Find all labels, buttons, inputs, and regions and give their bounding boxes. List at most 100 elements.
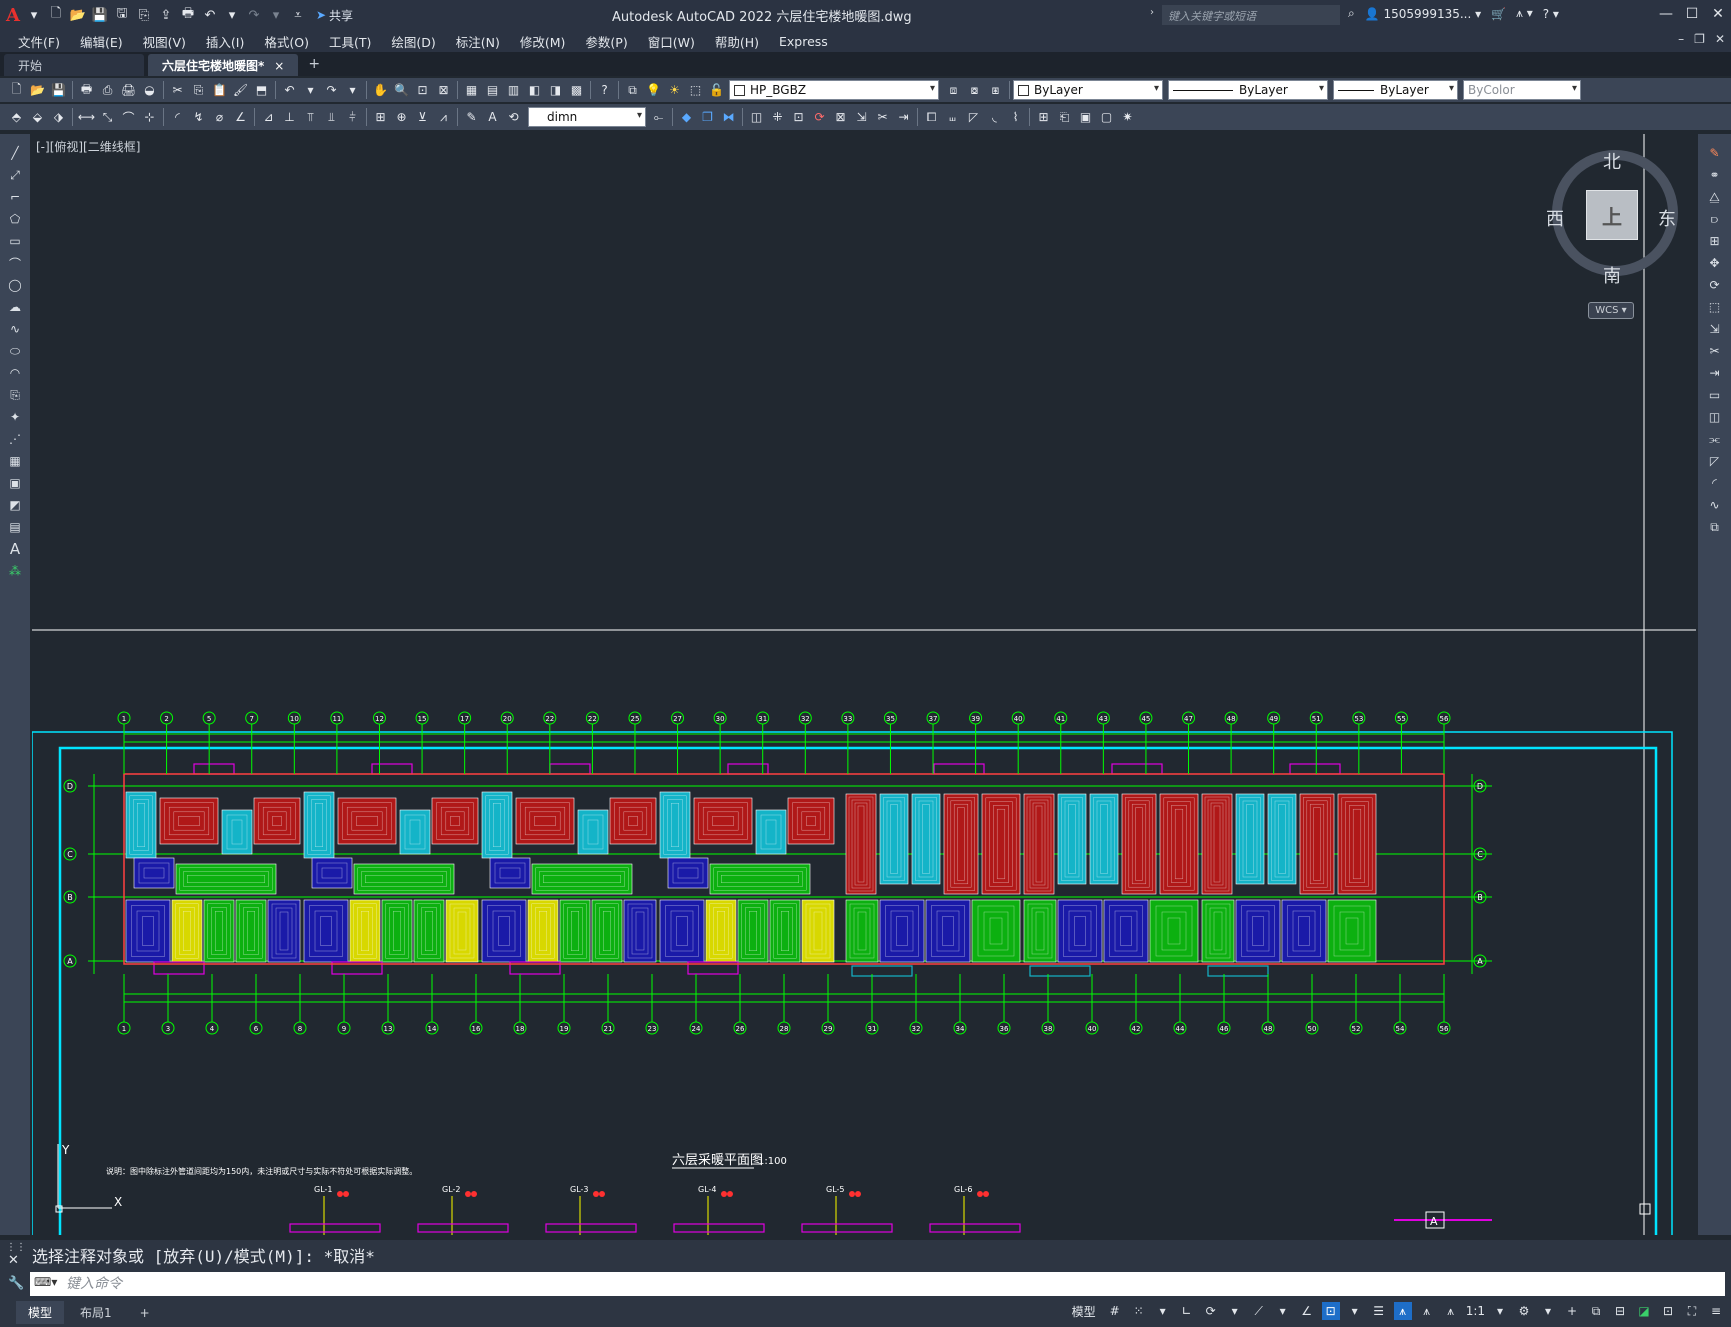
redo-dropdown-icon[interactable]: ▾ <box>268 7 284 23</box>
undo-dropdown-icon[interactable]: ▾ <box>224 7 240 23</box>
dim-linear-icon[interactable]: ⟷ <box>78 109 95 126</box>
sheet-set-icon[interactable]: ◧ <box>526 82 543 99</box>
paste-icon[interactable]: 📋 <box>211 82 228 99</box>
save-icon[interactable]: 💾 <box>92 7 108 23</box>
group-icon[interactable]: ▣ <box>1077 109 1094 126</box>
close-icon[interactable]: ✕ <box>1705 0 1731 28</box>
dim-edit-icon[interactable]: ✎ <box>463 109 480 126</box>
units-icon[interactable]: ⧉ <box>1587 1302 1605 1320</box>
plot-preview-icon[interactable]: ⎙ <box>99 82 116 99</box>
mirror-icon[interactable]: ⧓ <box>720 109 737 126</box>
cut-icon[interactable]: ✂ <box>169 82 186 99</box>
trim-icon[interactable]: ✂ <box>1706 342 1724 360</box>
menu-parametric[interactable]: 参数(P) <box>575 32 637 51</box>
workspace-settings-icon[interactable]: ⬗ <box>50 109 67 126</box>
rotate-icon[interactable]: ⟳ <box>811 109 828 126</box>
qnew-icon[interactable]: 🗋 <box>8 82 25 99</box>
table-icon[interactable]: ▤ <box>6 518 24 536</box>
chamfer-icon[interactable]: ◸ <box>965 109 982 126</box>
new-tab-button[interactable]: + <box>298 56 330 76</box>
tab-start[interactable]: 开始 <box>4 54 144 76</box>
grip-dots-icon[interactable]: ⋮⋮ <box>6 1242 26 1253</box>
hatch-icon[interactable]: ▦ <box>6 452 24 470</box>
quick-properties-icon[interactable]: ⊟ <box>1611 1302 1629 1320</box>
doc-close-icon[interactable]: ✕ <box>1715 32 1725 46</box>
trim-icon[interactable]: ✂ <box>874 109 891 126</box>
object-snap-dropdown-icon[interactable]: ▾ <box>1346 1302 1364 1320</box>
share-button[interactable]: ➤ 共享 <box>316 7 353 24</box>
doc-minimize-icon[interactable]: – <box>1678 32 1684 46</box>
clean-screen-icon[interactable]: ⛶ <box>1683 1302 1701 1320</box>
offset-icon[interactable]: ◫ <box>748 109 765 126</box>
workspace-dropdown-icon[interactable]: ▾ <box>1539 1302 1557 1320</box>
block-editor-icon[interactable]: ⬒ <box>253 82 270 99</box>
dim-diameter-icon[interactable]: ⌀ <box>211 109 228 126</box>
publish-icon[interactable]: 🖨 <box>120 82 137 99</box>
workspace-gear-icon[interactable]: ⚙ <box>1515 1302 1533 1320</box>
array-icon[interactable]: ⊞ <box>1706 232 1724 250</box>
annotation-monitor-icon[interactable]: + <box>1563 1302 1581 1320</box>
isolate-objects-icon[interactable]: ⊡ <box>1659 1302 1677 1320</box>
grip-marker[interactable] <box>1639 1203 1651 1215</box>
compass-west[interactable]: 西 <box>1546 205 1564 231</box>
doc-restore-icon[interactable]: ❐ <box>1694 32 1705 46</box>
zoom-window-icon[interactable]: ⊡ <box>414 82 431 99</box>
menu-insert[interactable]: 插入(I) <box>196 32 254 51</box>
design-center-icon[interactable]: ▤ <box>484 82 501 99</box>
break-at-point-icon[interactable]: ▭ <box>1706 386 1724 404</box>
dimstyle-select[interactable]: dimn ▾ <box>528 107 646 127</box>
search-input[interactable]: 键入关键字或短语 <box>1162 5 1340 25</box>
arc-icon[interactable]: ⌒ <box>6 254 24 272</box>
inspect-icon[interactable]: ⊻ <box>414 109 431 126</box>
stretch-icon[interactable]: ⇲ <box>853 109 870 126</box>
object-snap-icon[interactable]: ⊡ <box>1321 1302 1340 1320</box>
cart-icon[interactable]: 🛒 <box>1491 7 1506 21</box>
command-input-box[interactable]: ⌨▾ <box>30 1272 1725 1296</box>
redo-list-icon[interactable]: ▾ <box>344 82 361 99</box>
move-icon[interactable]: ⊡ <box>790 109 807 126</box>
circle-icon[interactable]: ◯ <box>6 276 24 294</box>
help-icon[interactable]: ? <box>596 82 613 99</box>
dim-update-icon[interactable]: ⟲ <box>505 109 522 126</box>
dim-aligned-icon[interactable]: ⤡ <box>99 109 116 126</box>
stretch-icon[interactable]: ⇲ <box>1706 320 1724 338</box>
compass-east[interactable]: 东 <box>1658 205 1676 231</box>
gradient-icon[interactable]: ▣ <box>6 474 24 492</box>
move-icon[interactable]: ✥ <box>1706 254 1724 272</box>
app-menu-dropdown-icon[interactable]: ▾ <box>26 7 42 23</box>
autodesk-app-icon[interactable]: ⩚ ▾ <box>1516 6 1533 21</box>
add-selected-icon[interactable]: ⁂ <box>6 562 24 580</box>
fillet-icon[interactable]: ◟ <box>986 109 1003 126</box>
save-icon[interactable]: 💾 <box>50 82 67 99</box>
break-icon[interactable]: ⧠ <box>923 109 940 126</box>
copy-object-icon[interactable]: ❐ <box>699 109 716 126</box>
zoom-realtime-icon[interactable]: 🔍 <box>393 82 410 99</box>
redo-icon[interactable]: ↷ <box>246 7 262 23</box>
auto-scale-icon[interactable]: ⩚ <box>1418 1302 1436 1320</box>
array-icon[interactable]: ⁜ <box>769 109 786 126</box>
save-web-icon[interactable]: ⇪ <box>158 7 174 23</box>
lineweight-icon[interactable]: ☰ <box>1370 1302 1388 1320</box>
ortho-icon[interactable]: ∟ <box>1178 1302 1196 1320</box>
dim-angular-icon[interactable]: ∠ <box>232 109 249 126</box>
layer-on-icon[interactable]: 💡 <box>645 82 662 99</box>
zoom-previous-icon[interactable]: ⊠ <box>435 82 452 99</box>
isodraft-dropdown-icon[interactable]: ▾ <box>1274 1302 1292 1320</box>
open-icon[interactable]: 📂 <box>29 82 46 99</box>
layer-thaw-icon[interactable]: ☀ <box>666 82 683 99</box>
polygon-icon[interactable]: ⬠ <box>6 210 24 228</box>
dim-break-icon[interactable]: ⫩ <box>344 109 361 126</box>
extend-icon[interactable]: ⇥ <box>895 109 912 126</box>
dim-continue-icon[interactable]: ⫪ <box>302 109 319 126</box>
quickcalc-icon[interactable]: ▩ <box>568 82 585 99</box>
polar-icon[interactable]: ⟳ <box>1202 1302 1220 1320</box>
fillet-icon[interactable]: ◜ <box>1706 474 1724 492</box>
tab-drawing[interactable]: 六层住宅楼地暖图* × <box>148 54 299 76</box>
model-space-button[interactable]: 模型 <box>1072 1303 1096 1320</box>
redo-icon[interactable]: ↷ <box>323 82 340 99</box>
join-icon[interactable]: ⫘ <box>1706 430 1724 448</box>
tab-close-icon[interactable]: × <box>274 59 284 73</box>
copy-icon[interactable]: ⚭ <box>1706 166 1724 184</box>
snap-dropdown-icon[interactable]: ▾ <box>1154 1302 1172 1320</box>
extend-icon[interactable]: ⇥ <box>1706 364 1724 382</box>
